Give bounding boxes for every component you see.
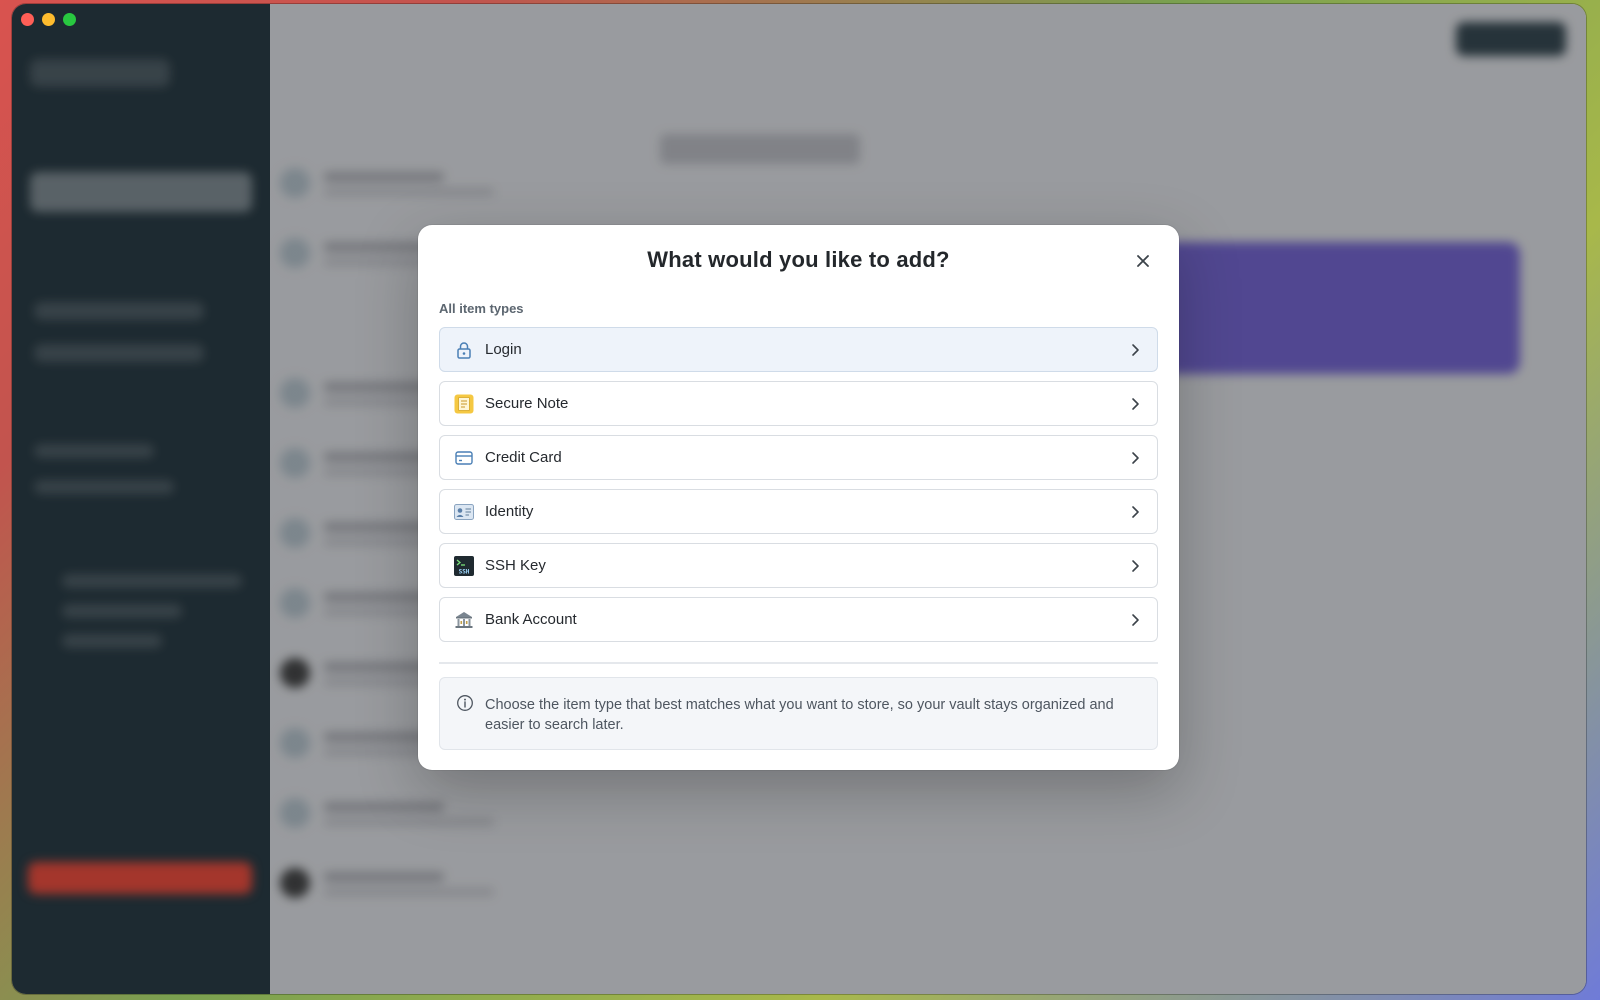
item-type-label: Secure Note — [485, 395, 569, 412]
chevron-right-icon — [1132, 560, 1139, 572]
minimize-window-button[interactable] — [42, 13, 55, 26]
item-type-label: Bank Account — [485, 611, 577, 628]
bank-icon — [453, 609, 475, 631]
credit-card-icon — [453, 447, 475, 469]
item-type-bank-account[interactable]: Bank Account — [439, 597, 1158, 642]
divider — [439, 662, 1158, 664]
note-icon — [453, 393, 475, 415]
identity-card-icon — [453, 501, 475, 523]
dialog-title: What would you like to add? — [647, 247, 950, 272]
item-type-identity[interactable]: Identity — [439, 489, 1158, 534]
chevron-right-icon — [1132, 344, 1139, 356]
item-type-ssh-key[interactable]: SSH SSH Key — [439, 543, 1158, 588]
item-type-list: Login Secure Note Credit Card Identity S… — [439, 327, 1158, 651]
item-type-credit-card[interactable]: Credit Card — [439, 435, 1158, 480]
info-box: Choose the item type that best matches w… — [439, 677, 1158, 750]
chevron-right-icon — [1132, 614, 1139, 626]
chevron-right-icon — [1132, 452, 1139, 464]
close-icon — [1137, 255, 1149, 267]
info-icon — [457, 695, 473, 711]
section-label: All item types — [439, 301, 524, 316]
item-type-label: Login — [485, 341, 522, 358]
item-type-label: Credit Card — [485, 449, 562, 466]
close-dialog-button[interactable] — [1129, 247, 1157, 275]
item-type-label: Identity — [485, 503, 534, 520]
item-type-label: SSH Key — [485, 557, 546, 574]
close-window-button[interactable] — [21, 13, 34, 26]
info-text: Choose the item type that best matches w… — [485, 697, 1114, 733]
zoom-window-button[interactable] — [63, 13, 76, 26]
window-controls — [21, 13, 76, 26]
chevron-right-icon — [1132, 398, 1139, 410]
item-type-secure-note[interactable]: Secure Note — [439, 381, 1158, 426]
ssh-key-icon: SSH — [453, 555, 475, 577]
chevron-right-icon — [1132, 506, 1139, 518]
item-type-login[interactable]: Login — [439, 327, 1158, 372]
lock-icon — [453, 339, 475, 361]
add-item-dialog: What would you like to add? All item typ… — [418, 225, 1179, 770]
ssh-badge-text: SSH — [459, 569, 470, 576]
